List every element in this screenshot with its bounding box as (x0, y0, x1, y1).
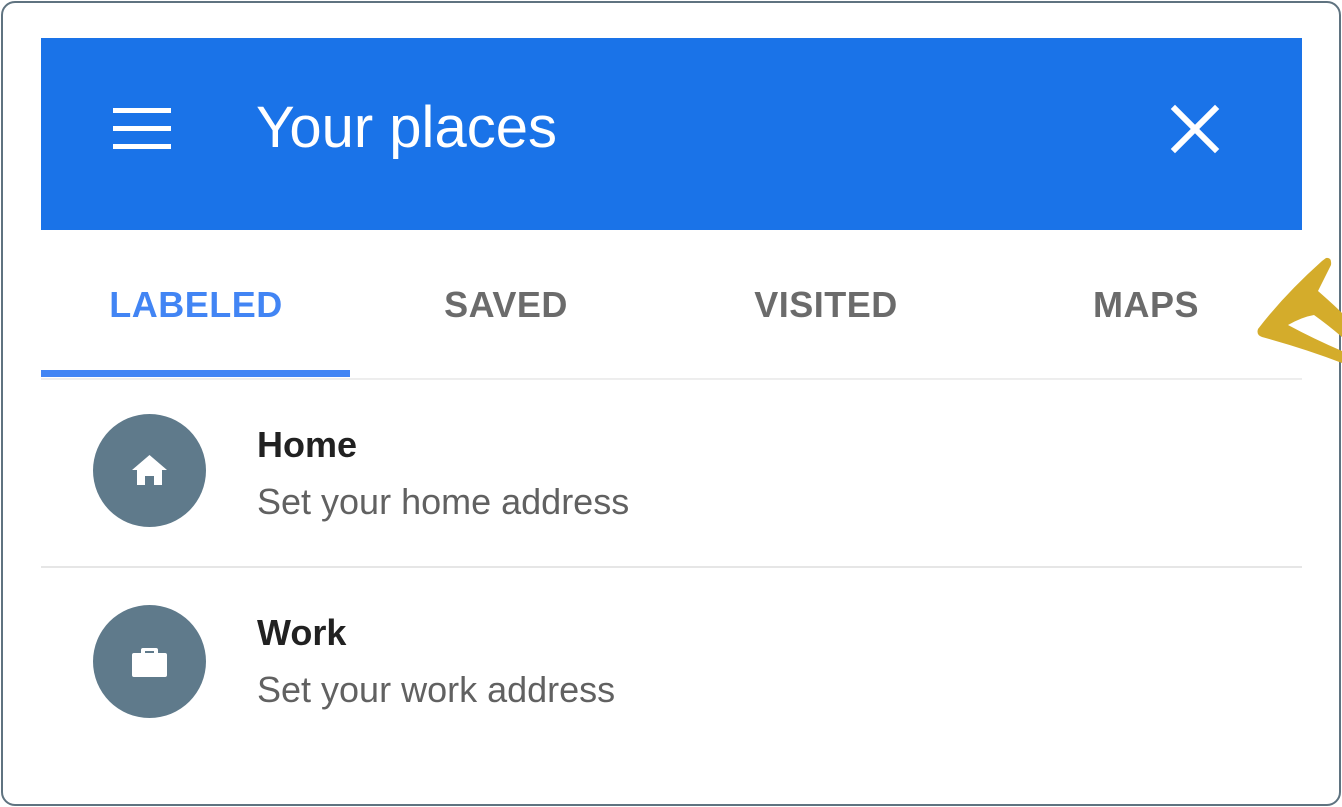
list-item-home[interactable]: Home Set your home address (41, 380, 1302, 568)
screenshot-frame: Your places LABELED SAVED VISITED MAPS H… (1, 1, 1341, 806)
place-subtitle: Set your work address (257, 669, 616, 710)
place-subtitle: Set your home address (257, 481, 630, 522)
app-bar: Your places (41, 38, 1302, 230)
list-item-work[interactable]: Work Set your work address (41, 568, 1302, 755)
tab-saved[interactable]: SAVED (351, 230, 661, 380)
place-label: Home (257, 424, 358, 465)
tab-visited[interactable]: VISITED (671, 230, 981, 380)
briefcase-icon (132, 648, 167, 677)
close-icon[interactable] (1169, 103, 1221, 155)
work-avatar (93, 605, 206, 718)
hamburger-menu-icon[interactable] (113, 108, 171, 150)
your-places-panel: Your places LABELED SAVED VISITED MAPS H… (41, 38, 1302, 755)
arrow-pointer-icon (1257, 257, 1342, 363)
home-avatar (93, 414, 206, 527)
tab-bar: LABELED SAVED VISITED MAPS (41, 230, 1302, 381)
home-icon (132, 455, 167, 485)
place-label: Work (257, 612, 347, 653)
active-tab-indicator (41, 370, 350, 377)
tab-labeled[interactable]: LABELED (41, 230, 351, 380)
page-title: Your places (256, 95, 557, 160)
